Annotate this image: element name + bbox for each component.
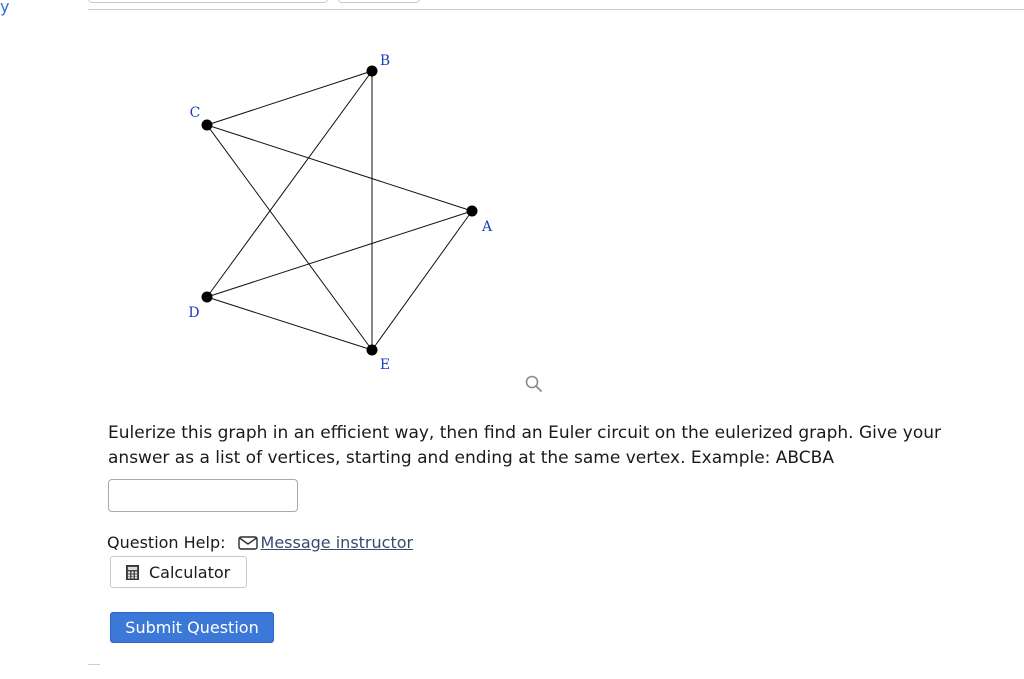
message-instructor-link[interactable]: Message instructor [261,533,414,552]
graph-vertex-D [201,291,213,303]
magnifier-icon[interactable] [524,374,544,394]
graph-vertex-label-D: D [188,305,199,321]
calculator-icon [126,564,139,580]
question-text: Eulerize this graph in an efficient way,… [108,423,941,468]
graph-edges [206,70,473,351]
graph-edge-AD [206,210,473,298]
calculator-button[interactable]: Calculator [110,556,247,588]
question-help-label: Question Help: [107,533,226,552]
graph-vertex-E [366,344,378,356]
graph-edge-CA [206,124,473,212]
graph-labels: B C A D E [188,53,493,373]
answer-input[interactable] [108,479,298,512]
graph-edge-AE [371,210,473,351]
question-page: y BCADE Eulerize this graph in an effici… [0,0,1024,679]
graph-vertex-A [466,205,478,217]
graph-vertex-label-B: B [380,53,390,69]
graph-vertex-label-E: E [380,357,390,373]
question-help-row: Question Help: Message instructor [107,533,413,552]
graph-vertex-label-A: A [481,219,493,235]
graph-vertex-C [201,119,213,131]
graph-edge-CB [206,70,373,126]
graph-vertex-B [366,65,378,77]
graph-edge-CE [206,124,373,351]
euler-graph: B C A D E [188,53,493,373]
envelope-icon [237,535,258,550]
submit-question-button[interactable]: Submit Question [110,612,274,643]
graph-edge-BD [206,70,373,298]
graph-edge-DE [206,296,373,351]
calculator-label: Calculator [149,562,231,582]
footer-divider [88,664,100,665]
graph-vertices [201,65,478,356]
graph-vertex-label-C: C [190,105,201,121]
